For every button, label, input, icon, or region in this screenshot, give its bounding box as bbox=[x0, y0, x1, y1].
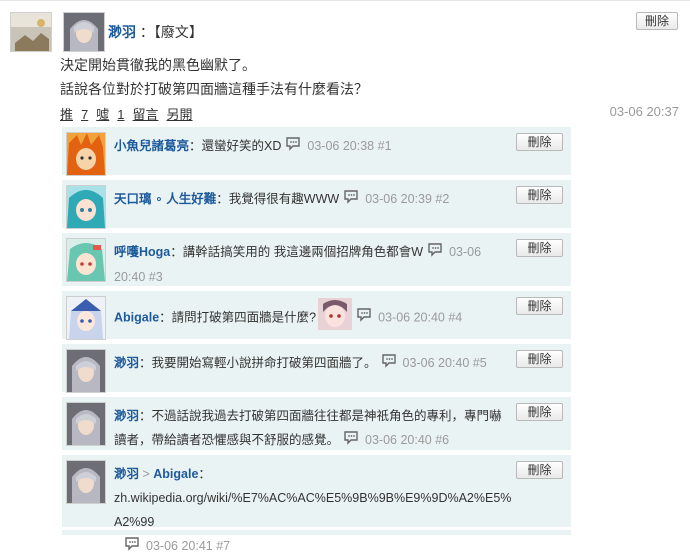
reply-item: 小魚兒諸葛亮：還蠻好笑的XD 03-06 20:38 #1 刪除 bbox=[62, 127, 571, 176]
reply-author[interactable]: 天口璃 ∘ 人生好難 bbox=[114, 192, 216, 206]
reply-delete-button[interactable]: 刪除 bbox=[516, 133, 563, 151]
author-avatar-image bbox=[64, 13, 104, 51]
reply-delete-button[interactable]: 刪除 bbox=[516, 239, 563, 257]
reply-separator: ： bbox=[189, 139, 202, 153]
reply-avatar[interactable] bbox=[66, 349, 106, 393]
reply-text: 請問打破第四面牆是什麼? bbox=[171, 310, 317, 325]
author-avatar[interactable] bbox=[63, 12, 105, 52]
reply-floor: #2 bbox=[435, 192, 450, 206]
reply-body: 渺羽：我要開始寫輕小說拼命打破第四面牆了。 03-06 20:40 #5 bbox=[114, 351, 513, 376]
reply-delete-button[interactable]: 刪除 bbox=[516, 461, 563, 479]
reply-author[interactable]: 渺羽 bbox=[114, 467, 139, 481]
group-avatar[interactable] bbox=[10, 12, 52, 52]
reply-avatar[interactable] bbox=[66, 238, 106, 282]
push-link[interactable]: 推 bbox=[60, 107, 73, 122]
reply-avatar-image bbox=[67, 133, 105, 175]
reply-link-text[interactable]: zh.wikipedia.org/wiki/%E7%AC%AC%E5%9B%9B… bbox=[114, 491, 511, 529]
post-delete-button[interactable]: 刪除 bbox=[636, 12, 678, 30]
reply-floor: #6 bbox=[435, 433, 450, 447]
post-colon: ： bbox=[139, 24, 154, 40]
reply-time: 03-06 20:39 bbox=[365, 192, 432, 206]
reply-delete-button[interactable]: 刪除 bbox=[516, 350, 563, 368]
open-new-link[interactable]: 另開 bbox=[167, 107, 193, 122]
reply-text: 我覺得很有趣WWW bbox=[228, 192, 340, 206]
reply-body: 呼嚄Hoga：講幹話搞笑用的 我這邊兩個招牌角色都會W 03-06 20:40 #… bbox=[114, 240, 513, 289]
reply-separator: ： bbox=[216, 192, 229, 206]
reply-author[interactable]: 渺羽 bbox=[114, 356, 139, 370]
reply-item: 渺羽 > Abigale： zh.wikipedia.org/wiki/%E7%… bbox=[62, 455, 571, 553]
reply-author[interactable]: 呼嚄Hoga bbox=[114, 245, 170, 259]
reply-body: 渺羽 > Abigale： zh.wikipedia.org/wiki/%E7%… bbox=[114, 462, 513, 559]
reply-avatar-image bbox=[67, 461, 105, 503]
speech-bubble-icon[interactable] bbox=[285, 135, 301, 159]
reply-time: 03-06 20:40 bbox=[378, 310, 445, 325]
reply-avatar[interactable] bbox=[66, 132, 106, 176]
reply-time: 03-06 20:41 bbox=[146, 539, 213, 553]
reply-author[interactable]: 渺羽 bbox=[114, 409, 139, 423]
reply-author[interactable]: 小魚兒諸葛亮 bbox=[114, 139, 189, 153]
reply-delete-button[interactable]: 刪除 bbox=[516, 297, 563, 315]
reply-floor: #1 bbox=[377, 139, 392, 153]
post-author-name[interactable]: 渺羽 bbox=[108, 24, 136, 40]
reply-body: 小魚兒諸葛亮：還蠻好笑的XD 03-06 20:38 #1 bbox=[114, 134, 513, 159]
reply-arrow-icon: > bbox=[139, 467, 154, 481]
reply-floor: #5 bbox=[472, 356, 487, 370]
reply-avatar[interactable] bbox=[66, 185, 106, 229]
reply-avatar-image bbox=[67, 186, 105, 228]
post-line-2: 話說各位對於打破第四面牆這種手法有什麼看法？ bbox=[60, 81, 368, 97]
reply-floor: #7 bbox=[216, 539, 231, 553]
reply-separator: ： bbox=[139, 409, 152, 423]
speech-bubble-icon[interactable] bbox=[343, 429, 359, 453]
reply-avatar[interactable] bbox=[66, 296, 106, 340]
reply-to-author[interactable]: Abigale bbox=[153, 467, 198, 481]
speech-bubble-icon[interactable] bbox=[124, 535, 140, 559]
reply-item: 渺羽：我要開始寫輕小說拼命打破第四面牆了。 03-06 20:40 #5 刪除 bbox=[62, 344, 571, 393]
top-divider bbox=[0, 0, 690, 1]
reply-avatar-image bbox=[67, 297, 105, 339]
reply-separator: ： bbox=[170, 245, 183, 259]
speech-bubble-icon[interactable] bbox=[343, 188, 359, 212]
speech-bubble-icon[interactable] bbox=[427, 241, 443, 265]
boo-count[interactable]: 1 bbox=[117, 107, 124, 122]
reply-body: 渺羽：不過話說我過去打破第四面牆往往都是神祇角色的專利，專門嚇讀者，帶給讀者恐懼… bbox=[114, 404, 513, 453]
reply-avatar-image bbox=[67, 350, 105, 392]
reply-separator: ： bbox=[159, 310, 172, 325]
reply-text: 我要開始寫輕小說拼命打破第四面牆了。 bbox=[151, 356, 377, 370]
boo-link[interactable]: 噓 bbox=[96, 107, 109, 122]
post-tag: 【廢文】 bbox=[153, 24, 203, 40]
reply-body: 天口璃 ∘ 人生好難：我覺得很有趣WWW 03-06 20:39 #2 bbox=[114, 187, 513, 212]
reply-floor: #3 bbox=[148, 269, 163, 284]
reply-separator: ： bbox=[198, 467, 211, 481]
push-count[interactable]: 7 bbox=[81, 107, 88, 122]
reply-avatar[interactable] bbox=[66, 460, 106, 504]
reply-item: Abigale：請問打破第四面牆是什麼? 03-06 20:40 #4 刪除 bbox=[62, 291, 571, 340]
reply-author[interactable]: Abigale bbox=[114, 310, 159, 324]
reply-avatar-image bbox=[67, 403, 105, 445]
reply-item: 呼嚄Hoga：講幹話搞笑用的 我這邊兩個招牌角色都會W 03-06 20:40 #… bbox=[62, 233, 571, 286]
post-line-1: 決定開始貫徹我的黑色幽默了。 bbox=[60, 57, 256, 73]
speech-bubble-icon[interactable] bbox=[356, 306, 372, 330]
reply-list-bottom bbox=[62, 530, 571, 535]
reply-separator: ： bbox=[139, 356, 152, 370]
reply-item: 天口璃 ∘ 人生好難：我覺得很有趣WWW 03-06 20:39 #2 刪除 bbox=[62, 180, 571, 229]
post-time: 03-06 20:37 bbox=[609, 104, 679, 119]
reply-time: 03-06 20:40 bbox=[402, 356, 470, 370]
reply-item: 渺羽：不過話說我過去打破第四面牆往往都是神祇角色的專利，專門嚇讀者，帶給讀者恐懼… bbox=[62, 397, 571, 450]
reply-floor: #4 bbox=[448, 310, 463, 325]
reply-text: 還蠻好笑的XD bbox=[201, 139, 282, 153]
post-title: 渺羽 ：【廢文】 bbox=[108, 22, 203, 42]
post-actions: 推 7 噓 1 留言 另開 bbox=[60, 104, 201, 123]
reply-emoticon bbox=[318, 298, 353, 338]
reply-text: 講幹話搞笑用的 我這邊兩個招牌角色都會W bbox=[182, 245, 424, 259]
reply-avatar-image bbox=[67, 239, 105, 281]
reply-time: 03-06 20:38 bbox=[307, 139, 375, 153]
reply-delete-button[interactable]: 刪除 bbox=[516, 403, 563, 421]
reply-avatar[interactable] bbox=[66, 402, 106, 446]
group-avatar-image bbox=[11, 13, 51, 51]
comment-link[interactable]: 留言 bbox=[133, 107, 159, 122]
reply-delete-button[interactable]: 刪除 bbox=[516, 186, 563, 204]
reply-body: Abigale：請問打破第四面牆是什麼? 03-06 20:40 #4 bbox=[114, 298, 513, 338]
reply-time: 03-06 20:40 bbox=[365, 433, 432, 447]
speech-bubble-icon[interactable] bbox=[381, 352, 397, 376]
